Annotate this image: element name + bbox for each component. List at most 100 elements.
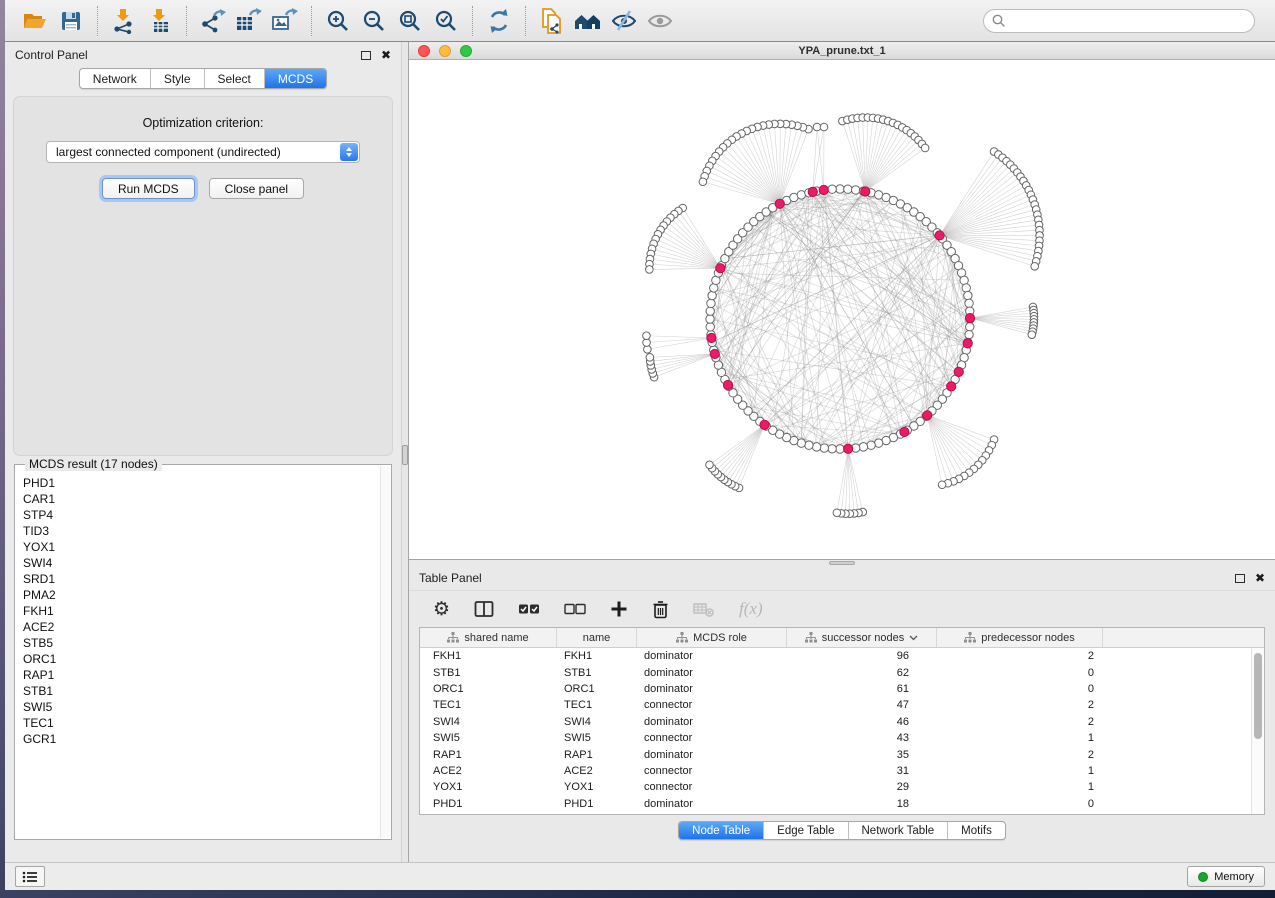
hide-selected-icon[interactable] bbox=[606, 4, 642, 38]
table-row[interactable]: PHD1PHD1dominator180 bbox=[420, 796, 1264, 812]
memory-label: Memory bbox=[1214, 871, 1254, 883]
column-header-predecessor-nodes[interactable]: predecessor nodes bbox=[937, 628, 1103, 647]
minimize-window-icon[interactable] bbox=[439, 45, 451, 57]
zoom-selected-icon[interactable] bbox=[428, 4, 464, 38]
tab-mcds[interactable]: MCDS bbox=[265, 69, 326, 88]
mcds-result-item[interactable]: FKH1 bbox=[23, 603, 391, 619]
settings-gear-icon[interactable]: ⚙ bbox=[433, 600, 450, 619]
table-row[interactable]: SWI5SWI5connector431 bbox=[420, 730, 1264, 746]
import-table-icon[interactable] bbox=[142, 4, 178, 38]
tab-network-table[interactable]: Network Table bbox=[849, 822, 949, 839]
mcds-result-item[interactable]: STP4 bbox=[23, 507, 391, 523]
main-toolbar bbox=[5, 0, 1275, 42]
table-row[interactable]: YOX1YOX1connector291 bbox=[420, 779, 1264, 795]
sort-descending-icon bbox=[909, 635, 918, 641]
table-row[interactable]: STB1STB1dominator620 bbox=[420, 664, 1264, 680]
mcds-result-item[interactable]: TID3 bbox=[23, 523, 391, 539]
task-history-button[interactable] bbox=[15, 866, 45, 887]
search-input[interactable] bbox=[1007, 12, 1254, 30]
new-network-from-selection-icon[interactable] bbox=[534, 4, 570, 38]
export-image-icon[interactable] bbox=[267, 4, 303, 38]
import-network-icon[interactable] bbox=[106, 4, 142, 38]
table-row[interactable]: ACE2ACE2connector311 bbox=[420, 763, 1264, 779]
mcds-result-item[interactable]: CAR1 bbox=[23, 491, 391, 507]
tab-network[interactable]: Network bbox=[80, 69, 151, 88]
export-network-icon[interactable] bbox=[195, 4, 231, 38]
table-toolbar: ⚙ bbox=[409, 590, 1275, 627]
panel-divider[interactable] bbox=[401, 42, 409, 862]
column-header-name[interactable]: name bbox=[557, 628, 637, 647]
add-row-icon[interactable] bbox=[610, 600, 628, 618]
deselect-all-icon[interactable] bbox=[564, 602, 586, 616]
mcds-result-box: MCDS result (17 nodes) PHD1 CAR1 STP4 TI… bbox=[14, 464, 392, 840]
table-row[interactable]: TEC1TEC1connector472 bbox=[420, 697, 1264, 713]
run-mcds-button[interactable]: Run MCDS bbox=[102, 178, 195, 199]
tab-node-table[interactable]: Node Table bbox=[679, 822, 764, 839]
mcds-result-item[interactable]: PHD1 bbox=[23, 475, 391, 491]
mcds-result-item[interactable]: SWI5 bbox=[23, 699, 391, 715]
mcds-result-item[interactable]: ORC1 bbox=[23, 651, 391, 667]
search-field[interactable] bbox=[983, 9, 1255, 33]
delete-row-icon[interactable] bbox=[652, 600, 669, 619]
shared-column-icon bbox=[964, 632, 976, 643]
scrollbar-thumb[interactable] bbox=[1254, 653, 1262, 739]
mcds-result-item[interactable]: ACE2 bbox=[23, 619, 391, 635]
zoom-fit-icon[interactable] bbox=[392, 4, 428, 38]
toolbar-separator bbox=[525, 6, 526, 36]
column-header-successor-nodes[interactable]: successor nodes bbox=[787, 628, 937, 647]
toolbar-separator bbox=[472, 6, 473, 36]
open-file-icon[interactable] bbox=[17, 4, 53, 38]
zoom-out-icon[interactable] bbox=[356, 4, 392, 38]
divider-grip[interactable] bbox=[402, 445, 408, 465]
table-row[interactable]: FKH1FKH1dominator962 bbox=[420, 648, 1264, 664]
optimization-criterion-label: Optimization criterion: bbox=[143, 116, 264, 130]
mcds-result-item[interactable]: STB5 bbox=[23, 635, 391, 651]
horizontal-divider[interactable] bbox=[409, 560, 1275, 566]
refresh-icon[interactable] bbox=[481, 4, 517, 38]
table-row[interactable]: ORC1ORC1dominator610 bbox=[420, 681, 1264, 697]
status-bar: Memory bbox=[5, 862, 1275, 890]
mcds-result-item[interactable]: PMA2 bbox=[23, 587, 391, 603]
float-window-icon[interactable] bbox=[1235, 574, 1245, 583]
show-all-icon[interactable] bbox=[642, 4, 678, 38]
table-row[interactable]: RAP1RAP1dominator352 bbox=[420, 746, 1264, 762]
column-header-mcds-role[interactable]: MCDS role bbox=[637, 628, 787, 647]
toolbar-separator bbox=[311, 6, 312, 36]
maximize-window-icon[interactable] bbox=[460, 45, 472, 57]
close-icon[interactable]: ✖ bbox=[1255, 572, 1265, 584]
network-window: YPA_prune.txt_1 bbox=[409, 42, 1275, 560]
zoom-in-icon[interactable] bbox=[320, 4, 356, 38]
float-window-icon[interactable] bbox=[361, 51, 371, 60]
tab-motifs[interactable]: Motifs bbox=[948, 822, 1005, 839]
tab-style[interactable]: Style bbox=[151, 69, 205, 88]
memory-button[interactable]: Memory bbox=[1187, 866, 1265, 887]
mcds-result-item[interactable]: TEC1 bbox=[23, 715, 391, 731]
table-panel: Table Panel ✖ ⚙ bbox=[409, 566, 1275, 862]
mcds-result-item[interactable]: GCR1 bbox=[23, 731, 391, 747]
close-icon[interactable]: ✖ bbox=[381, 49, 391, 61]
network-canvas[interactable] bbox=[409, 60, 1275, 559]
close-window-icon[interactable] bbox=[418, 45, 430, 57]
mcds-result-item[interactable]: SWI4 bbox=[23, 555, 391, 571]
column-header-shared-name[interactable]: shared name bbox=[420, 628, 557, 647]
table-row[interactable]: SWI4SWI4dominator462 bbox=[420, 714, 1264, 730]
mcds-panel: Optimization criterion: largest connecte… bbox=[13, 96, 393, 456]
tab-select[interactable]: Select bbox=[205, 69, 265, 88]
save-session-icon[interactable] bbox=[53, 4, 89, 38]
first-neighbors-icon[interactable] bbox=[570, 4, 606, 38]
export-table-icon[interactable] bbox=[231, 4, 267, 38]
table-scrollbar[interactable] bbox=[1251, 648, 1264, 814]
divider-grip[interactable] bbox=[829, 561, 855, 565]
select-all-icon[interactable] bbox=[518, 602, 540, 616]
network-window-titlebar[interactable]: YPA_prune.txt_1 bbox=[409, 42, 1275, 60]
mcds-result-item[interactable]: STB1 bbox=[23, 683, 391, 699]
mcds-result-item[interactable]: YOX1 bbox=[23, 539, 391, 555]
toggle-columns-icon[interactable] bbox=[474, 600, 494, 618]
mcds-result-list: PHD1 CAR1 STP4 TID3 YOX1 SWI4 SRD1 PMA2 … bbox=[15, 465, 391, 747]
tab-edge-table[interactable]: Edge Table bbox=[764, 822, 848, 839]
function-builder-disabled-icon: f(x) bbox=[739, 599, 763, 619]
close-panel-button[interactable]: Close panel bbox=[209, 178, 304, 199]
mcds-result-item[interactable]: SRD1 bbox=[23, 571, 391, 587]
optimization-criterion-dropdown[interactable]: largest connected component (undirected) bbox=[46, 141, 360, 163]
mcds-result-item[interactable]: RAP1 bbox=[23, 667, 391, 683]
